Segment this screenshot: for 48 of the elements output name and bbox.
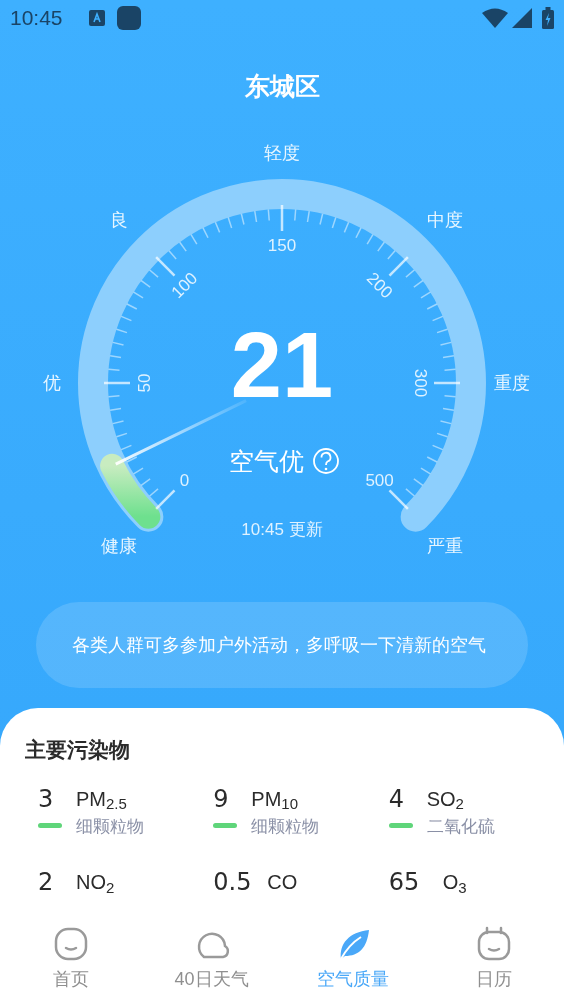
scale-label: 150: [267, 235, 297, 255]
category-label: 中度: [426, 210, 463, 231]
category-label: 重度: [494, 373, 530, 393]
scale-label: 300: [410, 368, 430, 398]
pollutant-value: 0.5: [213, 867, 252, 897]
nav-tab[interactable]: 40日天气: [141, 924, 282, 1004]
app-notification-icon: [116, 6, 141, 30]
pollutant-name: PM$_{2.5}$: [76, 786, 128, 814]
pollutant-value: 4: [388, 783, 405, 814]
notification-icon: [88, 10, 105, 26]
district-title: 东城区: [244, 71, 320, 103]
pollutant-name: O$_{3}$: [442, 870, 467, 897]
face-icon: [52, 926, 89, 962]
wifi-icon: [482, 8, 508, 28]
pollutant-name: SO$_{2}$: [426, 786, 465, 814]
scale-label: 500: [365, 471, 394, 491]
scale-label: 200: [362, 268, 397, 303]
nav-tab[interactable]: 首页: [0, 924, 141, 1004]
scale-label: 50: [134, 373, 154, 393]
nav-tab[interactable]: 日历: [423, 924, 564, 1004]
pollutant-value: 9: [213, 783, 230, 814]
pollutant-value: 65: [388, 867, 421, 897]
scale-label: 0: [179, 471, 190, 491]
calendar-icon: [475, 926, 512, 962]
aqi-value: 21: [230, 314, 334, 416]
battery-icon: [542, 7, 554, 29]
category-label: 健康: [101, 535, 138, 556]
update-time: 10:45 更新: [241, 519, 323, 539]
category-label: 优: [43, 373, 61, 393]
pollutant-description: 细颗粒物: [76, 815, 144, 838]
pollutant-description: 二氧化硫: [426, 815, 495, 838]
advice-text: 各类人群可多参加户外活动，多呼吸一下清新的空气: [72, 634, 486, 657]
pollutant-value: 2: [38, 867, 55, 897]
pollutant-name: PM$_{10}$: [251, 786, 299, 814]
section-title: 主要污染物: [24, 737, 131, 763]
pollutant-value: 3: [38, 783, 55, 814]
help-icon[interactable]: [313, 448, 339, 474]
signal-icon: [512, 8, 532, 28]
pollutant-description: 细颗粒物: [251, 815, 320, 838]
nav-tab[interactable]: 空气质量: [282, 924, 423, 1004]
air-status: 空气优: [228, 447, 304, 475]
pollutant-name: NO$_{2}$: [76, 870, 115, 897]
category-label: 良: [110, 210, 129, 231]
category-label: 轻度: [264, 143, 300, 163]
status-time: 10:45: [10, 5, 63, 32]
scale-label: 100: [167, 268, 202, 303]
category-label: 严重: [426, 535, 463, 556]
pollutant-name: CO: [267, 870, 298, 895]
